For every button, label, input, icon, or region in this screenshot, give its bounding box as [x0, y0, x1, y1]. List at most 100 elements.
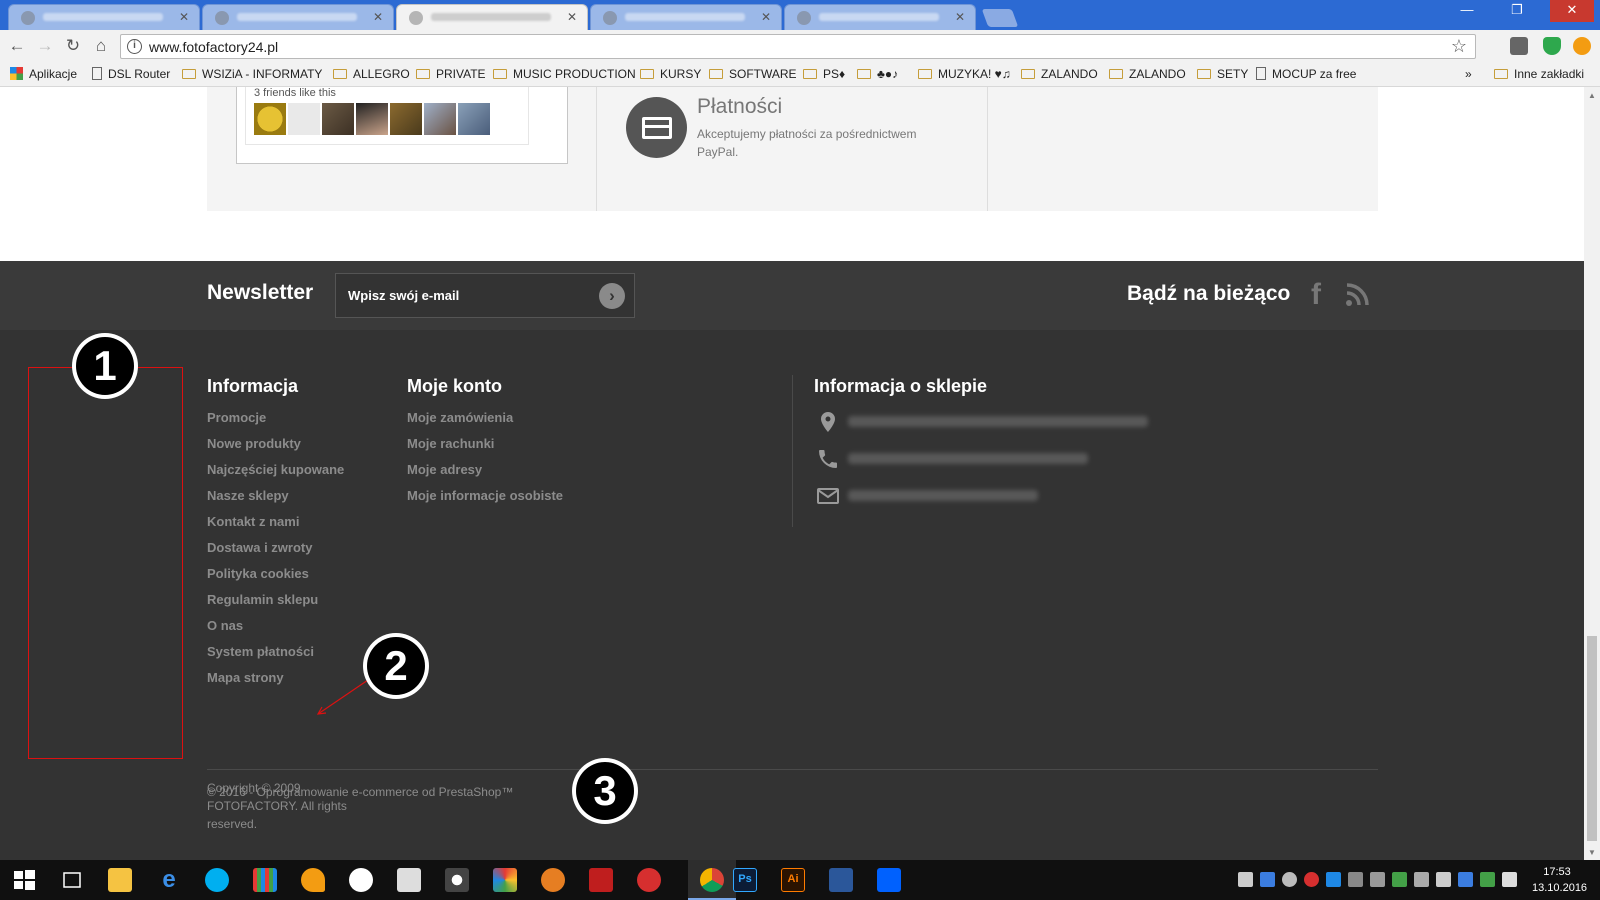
windows-start-icon[interactable] [12, 868, 36, 892]
footer-link[interactable]: Kontakt z nami [207, 514, 344, 540]
beats-icon[interactable] [1304, 872, 1319, 887]
volume-icon[interactable] [1436, 872, 1451, 887]
bookmark-folder[interactable]: SOFTWARE [709, 66, 797, 84]
browser-tab[interactable]: ✕ [784, 4, 976, 30]
friend-avatar[interactable] [458, 103, 490, 135]
onedrive-icon[interactable] [1282, 872, 1297, 887]
extension-shield-icon[interactable] [1543, 37, 1561, 55]
word-icon[interactable] [829, 868, 853, 892]
footer-link[interactable]: Nowe produkty [207, 436, 344, 462]
bookmark-folder[interactable]: ZALANDO [1021, 66, 1098, 84]
new-tab-button[interactable] [981, 9, 1019, 27]
url-text[interactable]: www.fotofactory24.pl [149, 39, 278, 55]
scrollbar-thumb[interactable] [1587, 636, 1597, 841]
bookmark-folder[interactable]: ZALANDO [1109, 66, 1186, 84]
action-center-icon[interactable] [1502, 872, 1517, 887]
color-app-icon[interactable] [493, 868, 517, 892]
friend-avatar[interactable] [390, 103, 422, 135]
footer-link[interactable]: Mapa strony [207, 670, 344, 696]
back-arrow-icon[interactable]: ← [6, 35, 28, 57]
camera-icon[interactable] [445, 868, 469, 892]
maximize-window-icon[interactable]: ❐ [1495, 0, 1539, 22]
browser-tab-active[interactable]: ✕ [396, 4, 588, 30]
bookmark-star-icon[interactable]: ☆ [1451, 36, 1467, 57]
scroll-down-arrow-icon[interactable]: ▼ [1588, 848, 1596, 857]
footer-link[interactable]: Moje rachunki [407, 436, 563, 462]
bookmark-item[interactable]: MOCUP za free [1256, 66, 1356, 84]
friend-avatar[interactable] [424, 103, 456, 135]
bookmark-folder[interactable]: MUSIC PRODUCTION [493, 66, 636, 84]
footer-link[interactable]: System płatności [207, 644, 344, 670]
footer-link[interactable]: Najczęściej kupowane [207, 462, 344, 488]
chrome-icon[interactable] [700, 868, 724, 892]
bookmarks-overflow-chevron-icon[interactable]: » [1465, 66, 1472, 84]
bluetooth-icon[interactable] [1260, 872, 1275, 887]
close-tab-icon[interactable]: ✕ [761, 10, 771, 24]
bookmark-folder[interactable]: PRIVATE [416, 66, 486, 84]
skype-icon[interactable] [205, 868, 229, 892]
dropbox-icon[interactable] [877, 868, 901, 892]
photoshop-icon[interactable]: Ps [733, 868, 757, 892]
footer-link[interactable]: Dostawa i zwroty [207, 540, 344, 566]
bookmark-apps[interactable]: Aplikacje [10, 66, 77, 84]
browser-tab[interactable]: ✕ [8, 4, 200, 30]
close-tab-icon[interactable]: ✕ [567, 10, 577, 24]
bookmark-item[interactable]: DSL Router [92, 66, 170, 84]
other-bookmarks-folder[interactable]: Inne zakładki [1494, 66, 1584, 84]
bookmark-folder[interactable]: WSIZiA - INFORMATY [182, 66, 322, 84]
bookmark-folder[interactable]: ♣●♪ [857, 66, 898, 84]
footer-link[interactable]: O nas [207, 618, 344, 644]
bookmark-folder[interactable]: ALLEGRO [333, 66, 410, 84]
close-tab-icon[interactable]: ✕ [179, 10, 189, 24]
friend-avatar[interactable] [322, 103, 354, 135]
recorder-icon[interactable] [637, 868, 661, 892]
store-tiles-icon[interactable] [253, 868, 277, 892]
taskbar-clock[interactable]: 17:53 13.10.2016 [1532, 864, 1587, 896]
tray-app-icon[interactable] [1326, 872, 1341, 887]
friend-avatar[interactable] [288, 103, 320, 135]
fl-studio-icon[interactable] [301, 868, 325, 892]
footer-link[interactable]: Moje zamówienia [407, 410, 563, 436]
nvidia-icon[interactable] [1392, 872, 1407, 887]
extension-orange-icon[interactable] [1573, 37, 1591, 55]
bookmark-folder[interactable]: SETY [1197, 66, 1248, 84]
footer-link[interactable]: Nasze sklepy [207, 488, 344, 514]
tray-dropbox-icon[interactable] [1238, 872, 1253, 887]
minimize-window-icon[interactable]: — [1445, 0, 1489, 22]
address-bar[interactable]: i www.fotofactory24.pl ☆ [120, 34, 1476, 59]
browser-tab[interactable]: ✕ [202, 4, 394, 30]
edge-browser-icon[interactable]: e [157, 868, 181, 892]
home-icon[interactable]: ⌂ [90, 35, 112, 57]
footer-link[interactable]: Moje informacje osobiste [407, 488, 563, 514]
bookmark-folder[interactable]: PS♦ [803, 66, 845, 84]
forward-arrow-icon[interactable]: → [34, 35, 56, 57]
task-view-icon[interactable] [60, 868, 84, 892]
filezilla-icon[interactable] [589, 868, 613, 892]
illustrator-icon[interactable]: Ai [781, 868, 805, 892]
hp-icon[interactable] [349, 868, 373, 892]
reload-icon[interactable]: ↻ [62, 35, 84, 57]
site-info-icon[interactable]: i [127, 39, 142, 54]
newsletter-email-input[interactable] [335, 273, 635, 318]
game-app-icon[interactable] [541, 868, 565, 892]
wifi-icon[interactable] [1370, 872, 1385, 887]
close-tab-icon[interactable]: ✕ [373, 10, 383, 24]
facebook-icon[interactable]: f [1311, 278, 1321, 312]
close-tab-icon[interactable]: ✕ [955, 10, 965, 24]
battery-icon[interactable] [1414, 872, 1429, 887]
extension-cast-icon[interactable] [1510, 37, 1528, 55]
tray-settings-icon[interactable] [1348, 872, 1363, 887]
footer-link[interactable]: Moje adresy [407, 462, 563, 488]
bookmark-folder[interactable]: KURSY [640, 66, 701, 84]
close-window-icon[interactable]: ✕ [1550, 0, 1594, 22]
bookmark-folder[interactable]: MUZYKA! ♥♫ [918, 66, 1011, 84]
footer-link[interactable]: Promocje [207, 410, 344, 436]
file-explorer-icon[interactable] [108, 868, 132, 892]
language-icon[interactable] [1458, 872, 1473, 887]
page-scrollbar[interactable]: ▲ ▼ [1584, 87, 1600, 860]
rss-icon[interactable] [1345, 283, 1369, 307]
footer-link[interactable]: Regulamin sklepu [207, 592, 344, 618]
friend-avatar[interactable] [254, 103, 286, 135]
prestashop-credit[interactable]: © 2016 - Oprogramowanie e-commerce od Pr… [207, 785, 513, 799]
checkmark-icon[interactable] [1480, 872, 1495, 887]
